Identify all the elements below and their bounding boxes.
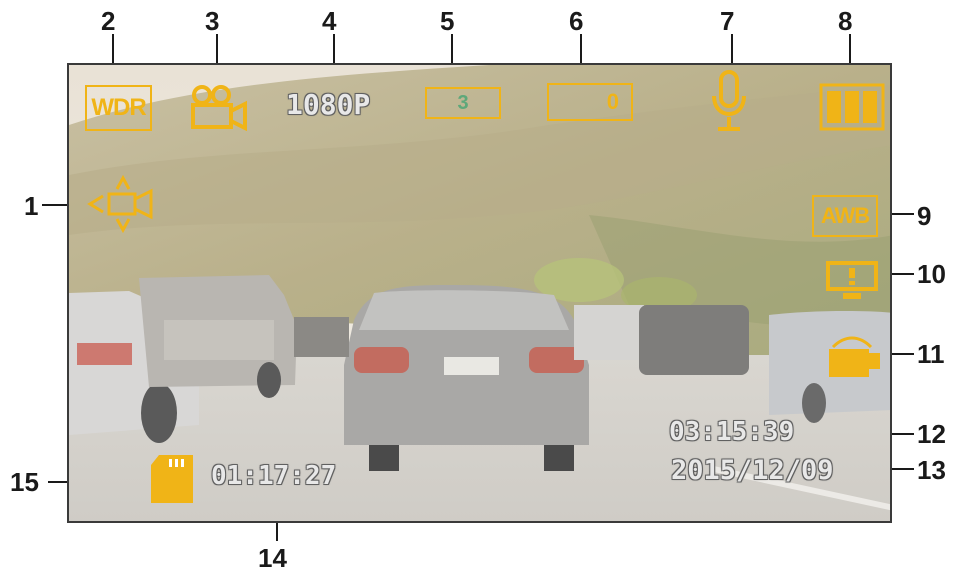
wdr-icon: WDR	[85, 85, 152, 131]
screen-saver-icon	[826, 261, 878, 299]
video-camera-icon	[191, 85, 247, 131]
awb-label: AWB	[820, 203, 870, 228]
callout-14: 14	[258, 543, 287, 573]
exposure-value: 0	[606, 89, 619, 114]
parking-mode-icon	[829, 336, 880, 377]
callout-8: 8	[838, 6, 853, 36]
callout-13: 13	[917, 455, 946, 485]
battery-icon	[819, 83, 885, 131]
callout-5: 5	[440, 6, 455, 36]
date-display: 2015/12/09	[671, 455, 834, 486]
sd-card-icon	[151, 455, 193, 503]
callout-9: 9	[917, 201, 932, 231]
microphone-icon	[712, 70, 746, 131]
exposure-icon: 0	[547, 83, 633, 121]
record-time-display: 01:17:27	[211, 461, 337, 491]
resolution-label: 1080P	[286, 88, 371, 121]
loop-recording-value: 3	[457, 91, 469, 114]
awb-icon: AWB	[812, 195, 878, 237]
callout-4: 4	[322, 6, 337, 36]
callout-11: 11	[917, 339, 945, 369]
time-display: 03:15:39	[669, 417, 795, 447]
callout-12: 12	[917, 419, 946, 449]
callout-1: 1	[24, 191, 39, 221]
loop-recording-icon: 3	[425, 87, 501, 119]
callout-2: 2	[101, 6, 116, 36]
callout-10: 10	[917, 259, 946, 289]
motion-detection-icon	[87, 175, 153, 233]
wdr-label: WDR	[91, 94, 146, 121]
callout-6: 6	[569, 6, 584, 36]
dashcam-screen: WDR 1080P 3 0 AWB 03:15:39 2015/12/09 01…	[67, 63, 892, 523]
callout-7: 7	[720, 6, 735, 36]
callout-3: 3	[205, 6, 220, 36]
callout-15: 15	[10, 467, 39, 497]
